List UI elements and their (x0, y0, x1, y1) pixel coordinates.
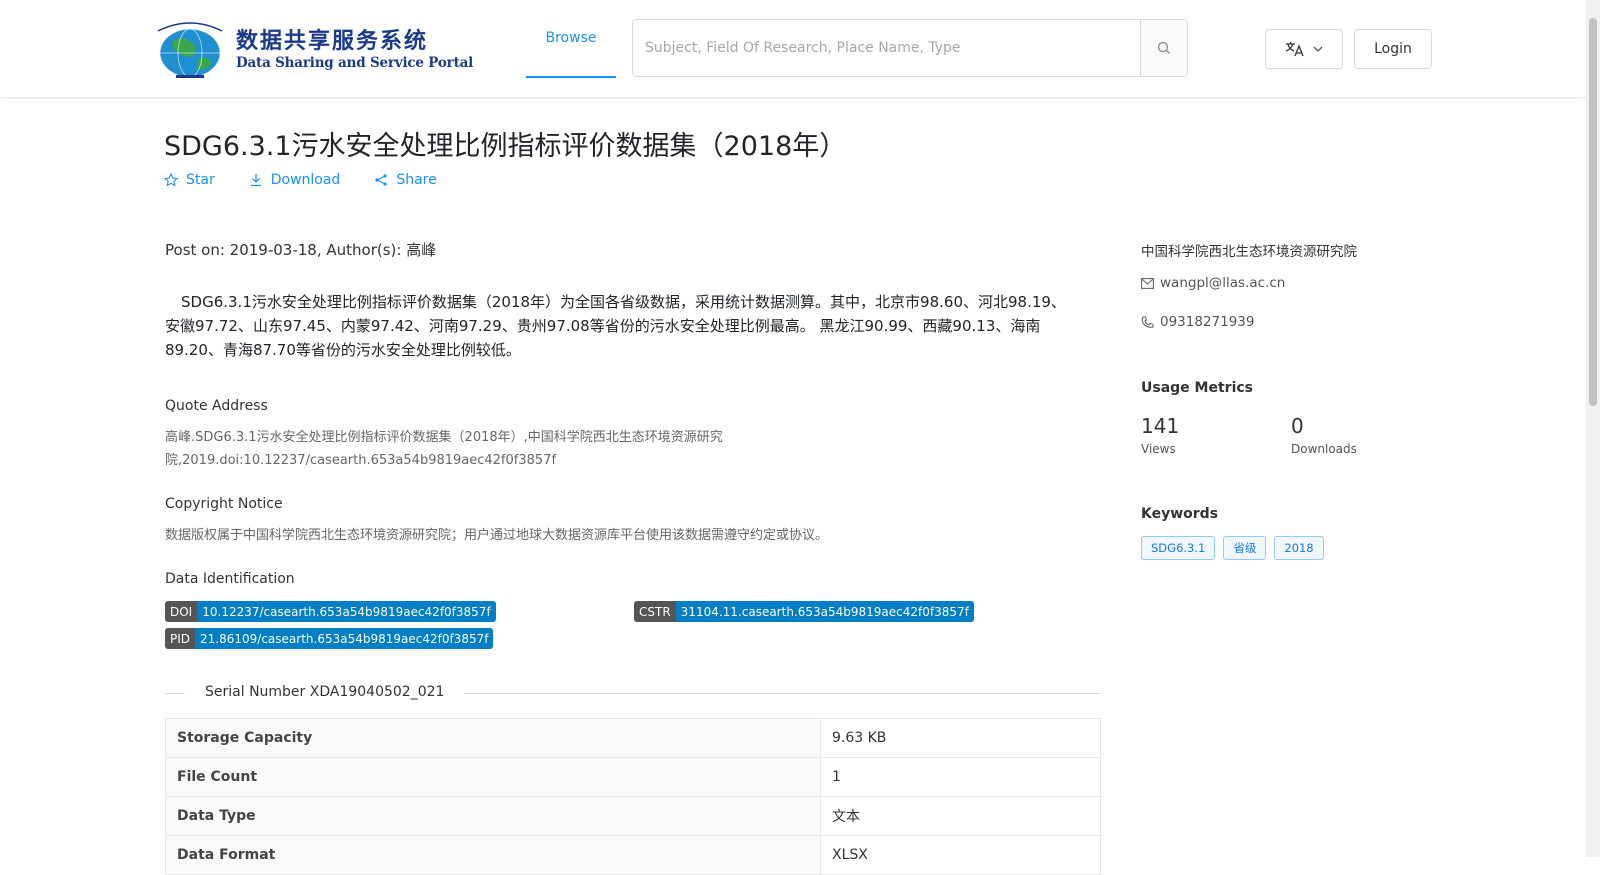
login-button[interactable]: Login (1354, 29, 1432, 69)
pid-key: PID (165, 628, 196, 649)
translate-icon (1285, 42, 1304, 57)
pid-badge[interactable]: PID 21.86109/casearth.653a54b9819aec42f0… (165, 628, 494, 649)
phone-text: 09318271939 (1160, 314, 1255, 330)
doi-key: DOI (165, 601, 198, 622)
phone-icon (1141, 315, 1154, 328)
download-button[interactable]: Download (249, 172, 341, 188)
serial-number: Serial Number XDA19040502_021 (205, 684, 445, 700)
cstr-value: 31104.11.casearth.653a54b9819aec42f0f385… (675, 601, 974, 622)
dataset-info-table: Storage Capacity 9.63 KB File Count 1 Da… (165, 718, 1101, 875)
language-switch-button[interactable] (1265, 29, 1343, 69)
search-button[interactable] (1140, 20, 1187, 76)
cstr-badge[interactable]: CSTR 31104.11.casearth.653a54b9819aec42f… (634, 601, 974, 622)
search-input[interactable] (633, 20, 1140, 76)
storage-capacity-key: Storage Capacity (165, 718, 821, 758)
keywords-title: Keywords (1141, 506, 1219, 522)
nav-browse-tab[interactable]: Browse (526, 0, 616, 78)
cstr-key: CSTR (634, 601, 676, 622)
globe-logo-icon (157, 22, 223, 78)
doi-value: 10.12237/casearth.653a54b9819aec42f0f385… (197, 601, 496, 622)
download-icon (250, 174, 261, 187)
table-row: File Count 1 (165, 757, 1101, 797)
downloads-metric: 0 Downloads (1291, 414, 1357, 456)
storage-capacity-value: 9.63 KB (820, 718, 1101, 758)
keyword-list: SDG6.3.1 省级 2018 (1141, 536, 1324, 560)
file-count-value: 1 (820, 757, 1101, 797)
mail-icon (1141, 277, 1154, 289)
data-format-value: XLSX (820, 835, 1101, 875)
keyword-tag[interactable]: 省级 (1223, 536, 1267, 560)
usage-metrics-title: Usage Metrics (1141, 380, 1253, 396)
download-label: Download (270, 172, 341, 188)
copyright-title: Copyright Notice (165, 496, 283, 512)
table-row: Data Format XLSX (165, 835, 1101, 875)
share-icon (375, 174, 387, 186)
views-metric: 141 Views (1141, 414, 1179, 456)
logo-title-en: Data Sharing and Service Portal (236, 55, 474, 71)
dataset-actions: Star Download Share (164, 172, 471, 188)
dataset-title: SDG6.3.1污水安全处理比例指标评价数据集（2018年） (164, 131, 847, 162)
star-label: Star (186, 172, 215, 188)
serial-divider: Serial Number XDA19040502_021 (165, 682, 1101, 704)
search-icon (1157, 41, 1170, 54)
share-button[interactable]: Share (374, 172, 437, 188)
page-scrollbar[interactable] (1586, 0, 1600, 857)
contact-email[interactable]: wangpl@llas.ac.cn (1141, 275, 1285, 291)
doi-badge[interactable]: DOI 10.12237/casearth.653a54b9819aec42f0… (165, 601, 496, 622)
email-text: wangpl@llas.ac.cn (1160, 275, 1286, 291)
organization-name: 中国科学院西北生态环境资源研究院 (1141, 244, 1357, 260)
chevron-down-icon (1313, 46, 1323, 52)
data-type-value: 文本 (820, 796, 1101, 836)
table-row: Storage Capacity 9.63 KB (165, 718, 1101, 758)
star-button[interactable]: Star (164, 172, 215, 188)
pid-value: 21.86109/casearth.653a54b9819aec42f0f385… (195, 628, 494, 649)
views-count: 141 (1141, 414, 1180, 438)
data-format-key: Data Format (165, 835, 821, 875)
dataset-description: SDG6.3.1污水安全处理比例指标评价数据集（2018年）为全国各省级数据，采… (165, 293, 1066, 359)
copyright-text: 数据版权属于中国科学院西北生态环境资源研究院；用户通过地球大数据资源库平台使用该… (165, 528, 829, 543)
logo-title-cn: 数据共享服务系统 (236, 28, 429, 54)
downloads-label: Downloads (1291, 442, 1357, 456)
star-icon (164, 173, 178, 187)
share-label: Share (396, 172, 437, 188)
search-box (632, 19, 1188, 77)
file-count-key: File Count (165, 757, 821, 797)
identification-title: Data Identification (165, 571, 295, 587)
contact-phone: 09318271939 (1141, 314, 1254, 330)
data-type-key: Data Type (165, 796, 821, 836)
quote-title: Quote Address (165, 398, 268, 414)
keyword-tag[interactable]: 2018 (1274, 536, 1324, 560)
downloads-count: 0 (1291, 414, 1304, 438)
table-row: Data Type 文本 (165, 796, 1101, 836)
keyword-tag[interactable]: SDG6.3.1 (1141, 536, 1216, 560)
views-label: Views (1141, 442, 1176, 456)
scrollbar-thumb[interactable] (1589, 18, 1597, 406)
post-info: Post on: 2019-03-18, Author(s): 高峰 (165, 241, 437, 259)
quote-text: 高峰.SDG6.3.1污水安全处理比例指标评价数据集（2018年）,中国科学院西… (165, 430, 723, 468)
portal-logo[interactable]: 数据共享服务系统 Data Sharing and Service Portal (150, 19, 473, 81)
top-header: 数据共享服务系统 Data Sharing and Service Portal… (0, 0, 1586, 98)
